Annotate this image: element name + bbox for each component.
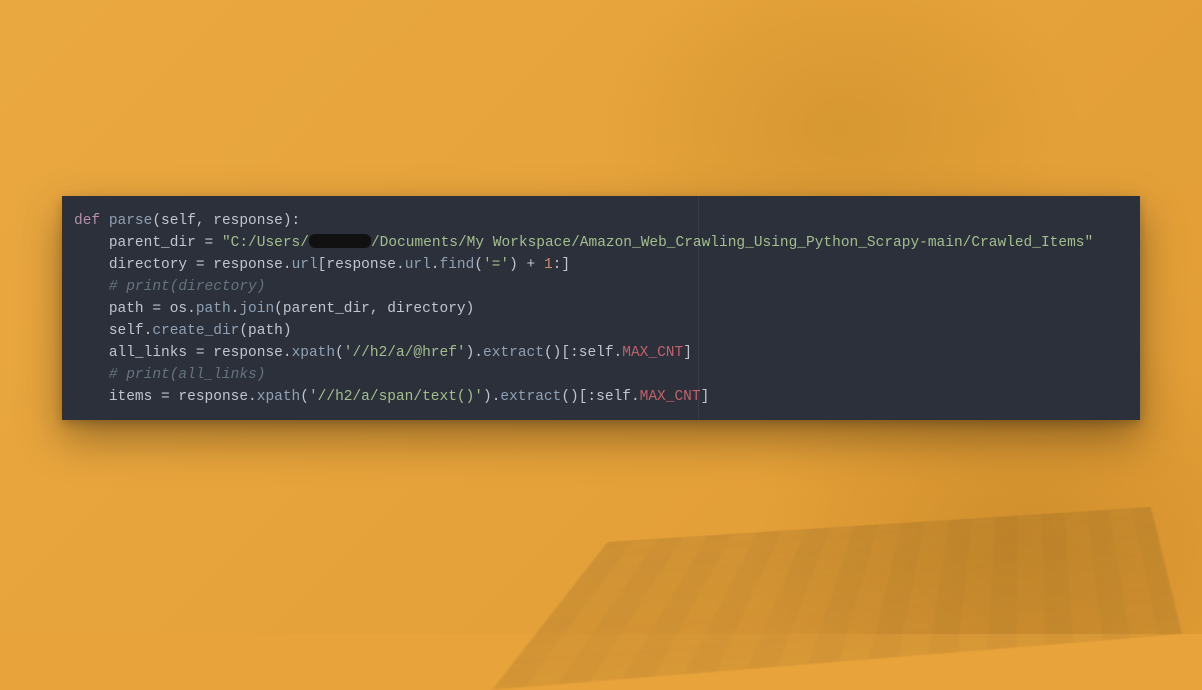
var-items: items bbox=[109, 389, 153, 405]
string-path-b: /Documents/My Workspace/Amazon_Web_Crawl… bbox=[371, 235, 1093, 251]
code-block: def parse(self, response): parent_dir = … bbox=[74, 210, 1128, 408]
function-name: parse bbox=[109, 213, 153, 229]
code-snippet-card: def parse(self, response): parent_dir = … bbox=[62, 196, 1140, 420]
comment-print-directory: # print(directory) bbox=[109, 279, 266, 295]
var-directory: directory bbox=[109, 257, 187, 273]
var-path: path bbox=[109, 301, 144, 317]
keyword-def: def bbox=[74, 213, 100, 229]
params: (self, response): bbox=[152, 213, 300, 229]
comment-print-all-links: # print(all_links) bbox=[109, 367, 266, 383]
const-max-cnt: MAX_CNT bbox=[640, 389, 701, 405]
string-path-a: "C:/Users/ bbox=[222, 235, 309, 251]
var-parent-dir: parent_dir bbox=[109, 235, 196, 251]
var-all-links: all_links bbox=[109, 345, 187, 361]
redacted-username bbox=[309, 234, 371, 248]
const-max-cnt: MAX_CNT bbox=[622, 345, 683, 361]
